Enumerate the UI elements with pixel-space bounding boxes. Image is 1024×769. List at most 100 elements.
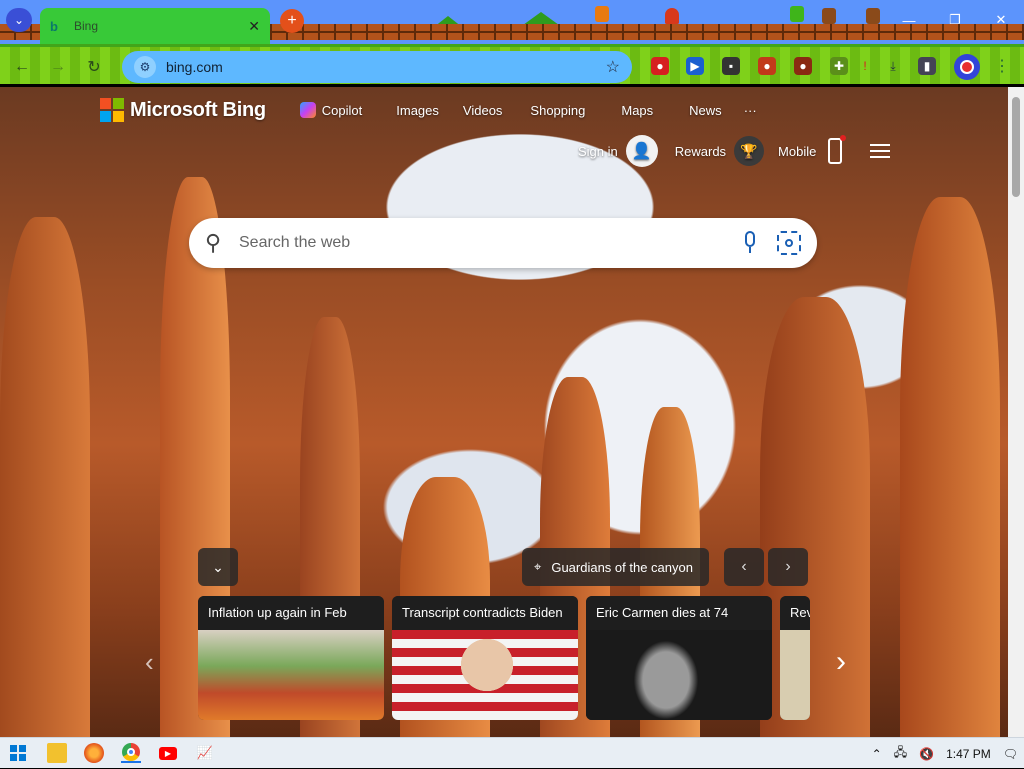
visual-search-icon[interactable] [777,231,801,255]
bing-homepage: Microsoft Bing Copilot Images Videos Sho… [0,87,1008,737]
decor-sprite [595,6,609,22]
nav-images[interactable]: Images [396,103,439,118]
chevron-down-icon: ⌄ [212,558,224,575]
extension-icon[interactable]: ● [794,57,812,75]
tab-bing[interactable]: b Bing ✕ [40,8,270,44]
tab-close-icon[interactable]: ✕ [248,18,260,35]
tab-search-button[interactable]: ⌄ [6,8,32,32]
nav-news[interactable]: News [689,103,722,118]
reload-icon: ↻ [87,59,101,76]
profile-avatar[interactable] [954,54,980,80]
chevron-down-icon: ⌄ [13,13,25,27]
forward-button[interactable]: → [46,55,70,79]
previous-image-button[interactable]: ‹ [724,548,764,586]
alert-icon[interactable]: ! [856,57,874,75]
puzzle-icon[interactable]: ✚ [830,57,848,75]
logo-text: Microsoft Bing [130,98,266,121]
window-controls: — ❐ ✕ [886,0,1024,40]
news-thumbnail [780,630,810,720]
search-box: ⚲ [189,218,817,268]
collapse-feed-button[interactable]: ⌄ [198,548,238,586]
url-text: bing.com [166,59,223,75]
user-avatar-icon[interactable]: 👤 [625,135,658,167]
mobile-link[interactable]: Mobile [778,144,816,159]
background-image [900,197,1000,737]
news-headline: Inflation up again in Feb [198,596,384,630]
account-row: Sign in 👤 Rewards 🏆 Mobile [578,135,891,167]
extension-icon[interactable]: ● [758,57,776,75]
nav-shopping[interactable]: Shopping [530,103,585,118]
background-image [760,297,870,737]
address-bar[interactable]: ⚙ bing.com ☆ [122,51,632,83]
system-tray: ⌃ 🖧 🔇 1:47 PM 🗨 [866,738,1024,769]
decor-sprite [822,8,836,24]
file-explorer-icon[interactable] [47,743,67,763]
close-window-button[interactable]: ✕ [978,0,1024,40]
search-icon: ⚲ [205,230,222,255]
location-pin-icon: ⌖ [534,559,542,574]
hamburger-menu-icon[interactable] [870,144,891,158]
notifications-icon[interactable]: 🗨 [1003,747,1018,761]
page-scrollbar[interactable] [1008,87,1024,737]
nav-copilot-label: Copilot [321,102,363,118]
volume-muted-icon[interactable]: 🔇 [919,747,934,761]
news-prev-chevron-icon[interactable]: ‹ [145,647,154,678]
bing-logo[interactable]: Microsoft Bing [100,98,266,122]
news-headline: Eric Carmen dies at 74 [586,596,772,630]
nav-maps[interactable]: Maps [621,103,653,118]
chevron-left-icon: ‹ [741,558,747,575]
chrome-icon[interactable] [121,743,141,763]
image-info-button[interactable]: ⌖ Guardians of the canyon [522,548,709,586]
clock[interactable]: 1:47 PM [946,747,991,761]
news-next-chevron-icon[interactable]: › [836,645,846,679]
trophy-icon[interactable]: 🏆 [734,136,765,166]
extension-icon[interactable]: ▪ [722,57,740,75]
news-headline: Rev [780,596,810,630]
search-input[interactable] [237,233,741,253]
extension-icon[interactable]: ● [651,57,669,75]
restore-button[interactable]: ❐ [932,0,978,40]
tab-title: Bing [74,19,99,33]
news-card[interactable]: Transcript contradicts Biden [392,596,578,720]
chevron-right-icon: › [785,558,791,575]
side-panel-icon[interactable]: ▮ [918,57,936,75]
mobile-phone-icon[interactable] [828,135,847,164]
reload-button[interactable]: ↻ [82,55,106,79]
youtube-icon[interactable]: ▶ [158,743,178,763]
news-thumbnail [198,630,384,720]
site-info-icon[interactable]: ⚙ [134,56,156,78]
news-card[interactable]: Inflation up again in Feb [198,596,384,720]
bing-header: Microsoft Bing Copilot Images Videos Sho… [100,95,757,125]
extension-icon[interactable]: ▶ [686,57,704,75]
firefox-icon[interactable] [84,743,104,763]
back-button[interactable]: ← [10,55,34,79]
minimize-button[interactable]: — [886,0,932,40]
bing-favicon-icon: b [50,18,58,34]
background-image [0,217,90,737]
chart-app-icon[interactable]: 📈 [195,743,215,763]
decor-sprite [866,8,880,24]
windows-start-icon[interactable] [8,743,28,763]
download-icon[interactable]: ⤓ [884,57,902,75]
bookmark-star-icon[interactable]: ☆ [606,57,620,77]
browser-menu-icon[interactable]: ⋮ [994,56,1010,76]
nav-copilot[interactable]: Copilot [299,102,363,118]
nav-more-icon[interactable]: ··· [744,103,757,118]
news-headline: Transcript contradicts Biden [392,596,578,630]
news-card[interactable]: Eric Carmen dies at 74 [586,596,772,720]
microphone-icon[interactable] [741,231,759,255]
next-image-button[interactable]: › [768,548,808,586]
arrow-right-icon: → [50,58,66,75]
news-thumbnail [586,630,772,720]
new-tab-button[interactable]: + [280,9,304,33]
microsoft-logo-icon [100,98,124,122]
windows-taskbar: ▶ 📈 ⌃ 🖧 🔇 1:47 PM 🗨 [0,737,1024,768]
sign-in-link[interactable]: Sign in [578,144,618,159]
nav-videos[interactable]: Videos [463,103,503,118]
browser-toolbar: ← → ↻ ⚙ bing.com ☆ ● ▶ ▪ ● ● ✚ ! ⤓ ▮ ⋮ [0,44,1024,84]
scrollbar-thumb[interactable] [1012,97,1020,197]
news-card[interactable]: Rev [780,596,810,720]
chevron-up-icon[interactable]: ⌃ [872,747,882,761]
rewards-link[interactable]: Rewards [675,144,726,159]
network-icon[interactable]: 🖧 [894,743,907,764]
